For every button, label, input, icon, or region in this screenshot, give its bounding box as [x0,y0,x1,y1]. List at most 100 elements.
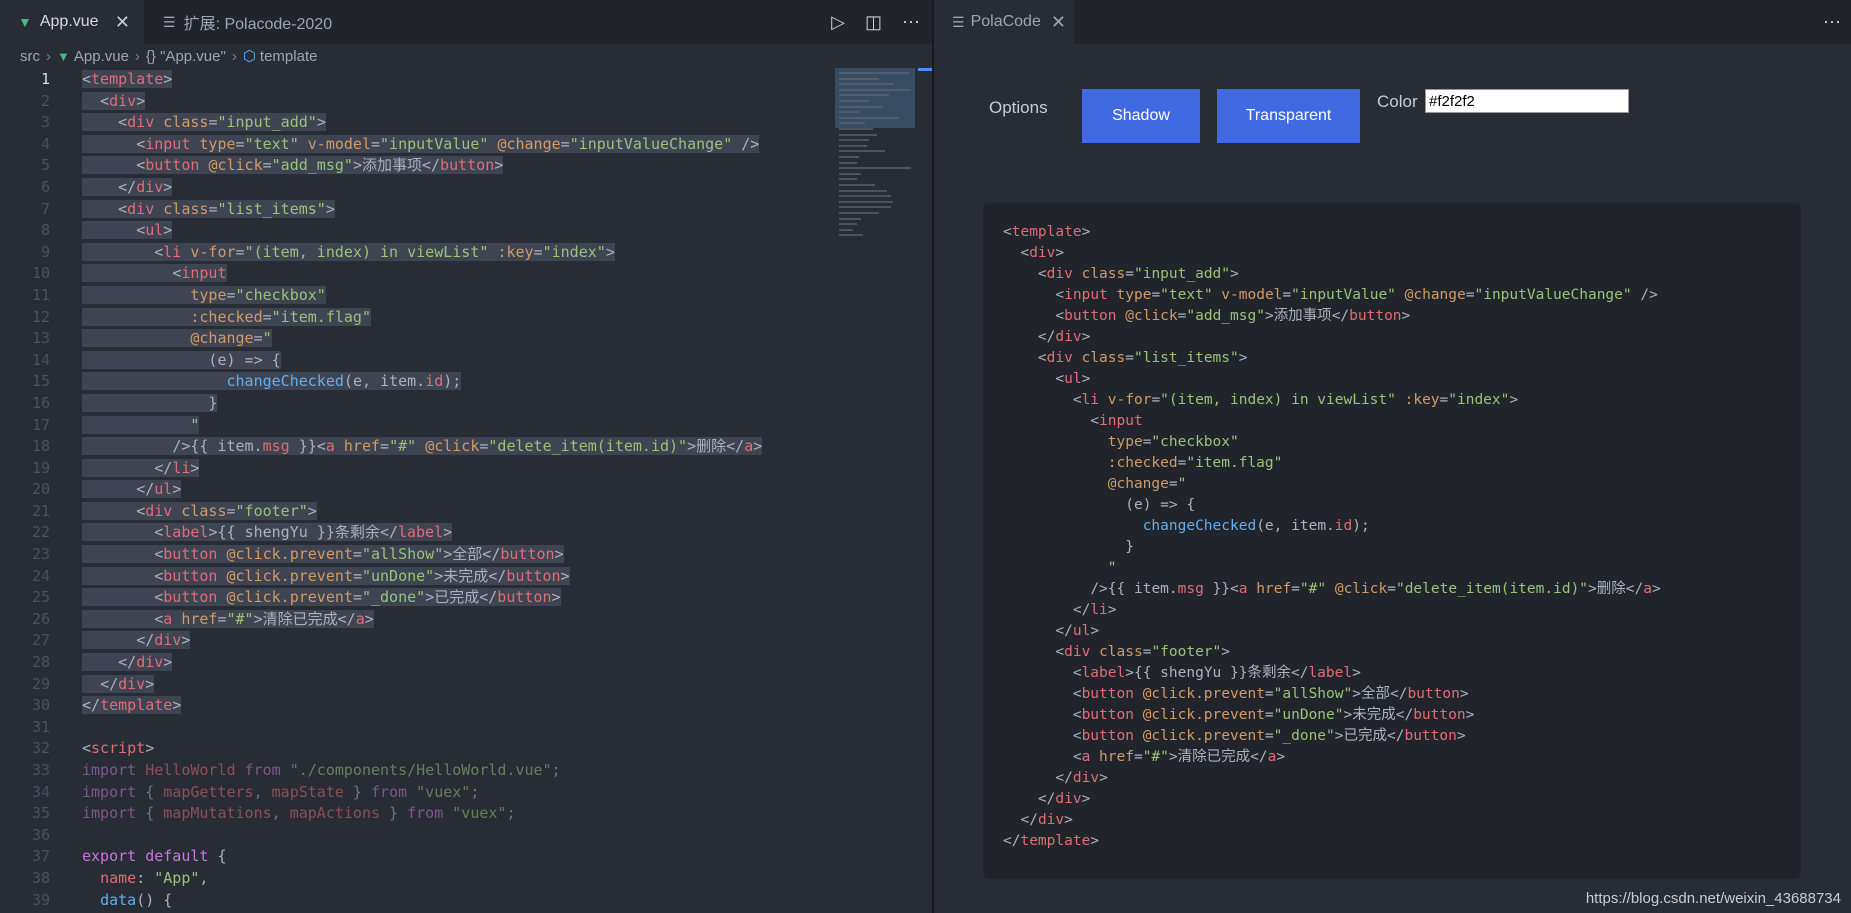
breadcrumb-item[interactable]: src [20,48,40,65]
color-input[interactable] [1425,89,1629,113]
snippet-code: <template> <div> <div class="input_add">… [1003,222,1661,852]
vue-icon: ▼ [57,48,70,64]
line-number: 3 [40,113,50,132]
snippet-line: </div> [1037,791,1091,807]
polacode-tab-bar: ☰ PolaCode ✕ ⋯ [934,0,1851,44]
scrollbar-marker [918,68,932,71]
code-line: type="checkbox" [82,285,802,307]
chevron-right-icon: › [46,47,51,65]
snippet-line: </div> [1037,329,1091,345]
line-number: 30 [31,696,50,715]
line-number: 8 [40,221,50,240]
code-line: :checked="item.flag" [82,307,802,329]
snippet-line: </div> [1055,770,1108,786]
file-icon: ☰ [163,13,176,30]
line-number: 27 [31,631,50,650]
code-line: </div> [82,630,802,652]
line-number: 37 [31,847,50,866]
tab-app-vue[interactable]: ▼ App.vue ✕ [0,0,144,44]
line-number: 5 [40,156,50,175]
minimap-line [839,100,869,102]
minimap-line [839,200,893,203]
snippet-line: <li v-for="(item, index) in viewList" :k… [1072,392,1519,408]
line-number: 33 [31,761,50,779]
line-number: 16 [31,393,50,412]
code-line: </li> [82,458,802,480]
code-line: <button @click.prevent="allShow">全部</but… [82,544,802,566]
file-icon: ☰ [952,13,965,30]
snippet-line: <a href="#">清除已完成</a> [1072,749,1286,765]
snippet-line: </template> [1003,833,1100,849]
tab-extension-polacode[interactable]: ☰ 扩展: Polacode-2020 [145,0,359,44]
polacode-pane: ☰ PolaCode ✕ ⋯ Options Shadow Transparen… [934,0,1851,913]
minimap-line [839,72,909,74]
snippet-line: " [1107,560,1117,576]
chevron-right-icon: › [134,47,140,65]
breadcrumb: src › ▼ App.vue › {} "App.vue" › ⬡ templ… [0,44,932,68]
snippet-line: <div class="footer"> [1055,644,1231,660]
code-line: <button @click.prevent="unDone">未完成</but… [82,566,802,588]
minimap-line [839,116,899,119]
breadcrumb-item[interactable]: App.vue [74,48,129,65]
code-line: <input [82,263,802,285]
code-line: <input type="text" v-model="inputValue" … [82,134,802,156]
line-number: 38 [31,868,50,887]
split-editor-icon[interactable]: ◫ [865,12,882,33]
minimap-line [839,88,911,91]
snippet-line: <label>{{ shengYu }}条剩余</label> [1072,665,1361,681]
transparent-button[interactable]: Transparent [1217,89,1360,143]
code-line: <template> [82,70,173,88]
chevron-right-icon: › [231,47,237,65]
line-number: 13 [31,329,50,348]
breadcrumb-item[interactable]: template [260,48,318,65]
line-number: 2 [40,91,50,110]
code-line: </div> [82,177,802,199]
breadcrumb-item[interactable]: {} "App.vue" [146,48,226,65]
snippet-line: <template> [1003,224,1091,240]
code-line: @change=" [82,328,802,350]
code-line: <div class="input_add"> [82,112,802,134]
code-line: import HelloWorld from "./components/Hel… [82,761,561,779]
line-number: 10 [31,264,50,283]
tab-label: 扩展: Polacode-2020 [183,16,333,33]
minimap-line [839,94,889,97]
code-line: <div class="list_items"> [82,199,802,221]
code-line: />{{ item.msg }}<a href="#" @click="dele… [82,436,802,458]
color-label: Color [1377,92,1418,111]
snippet-line: <button @click.prevent="_done">已完成</butt… [1072,728,1466,744]
code-editor[interactable]: <template> <div> <div class="input_add">… [82,69,802,911]
line-number: 39 [31,890,50,909]
minimap-line [839,122,865,125]
snippet-line: } [1003,539,1134,555]
line-number: 15 [31,372,50,391]
minimap-line [839,184,875,186]
run-icon[interactable]: ▷ [831,12,845,33]
line-number: 23 [31,545,50,564]
snippet-line: (e) => { [1003,497,1196,513]
more-actions-icon[interactable]: ⋯ [1823,0,1841,44]
minimap-line [839,105,883,108]
line-number: 6 [40,177,50,196]
code-line: <button @click="add_msg">添加事项</button> [82,155,802,177]
close-icon[interactable]: ✕ [1051,12,1066,33]
code-line: </div> [82,674,802,696]
code-line: data() { [100,890,173,909]
editor-tab-bar: ▼ App.vue ✕ ☰ 扩展: Polacode-2020 ▷ ◫ ⋯ [0,0,932,44]
snippet-line: <input type="text" v-model="inputValue" … [1055,287,1658,303]
minimap-line [839,206,891,209]
snippet-line: <ul> [1055,371,1091,387]
minimap[interactable] [835,68,915,268]
tab-label: App.vue [39,13,99,30]
code-line: <button @click.prevent="_done">已完成</butt… [82,587,802,609]
line-number: 29 [31,674,50,693]
minimap-line [839,83,894,86]
tab-polacode[interactable]: ☰ PolaCode ✕ [934,0,1074,44]
line-number: 35 [31,804,50,823]
close-icon[interactable]: ✕ [115,12,130,33]
shadow-button[interactable]: Shadow [1082,89,1200,143]
more-actions-icon[interactable]: ⋯ [902,12,920,33]
line-number: 26 [31,609,50,628]
minimap-line [839,150,885,153]
minimap-line [839,195,891,198]
